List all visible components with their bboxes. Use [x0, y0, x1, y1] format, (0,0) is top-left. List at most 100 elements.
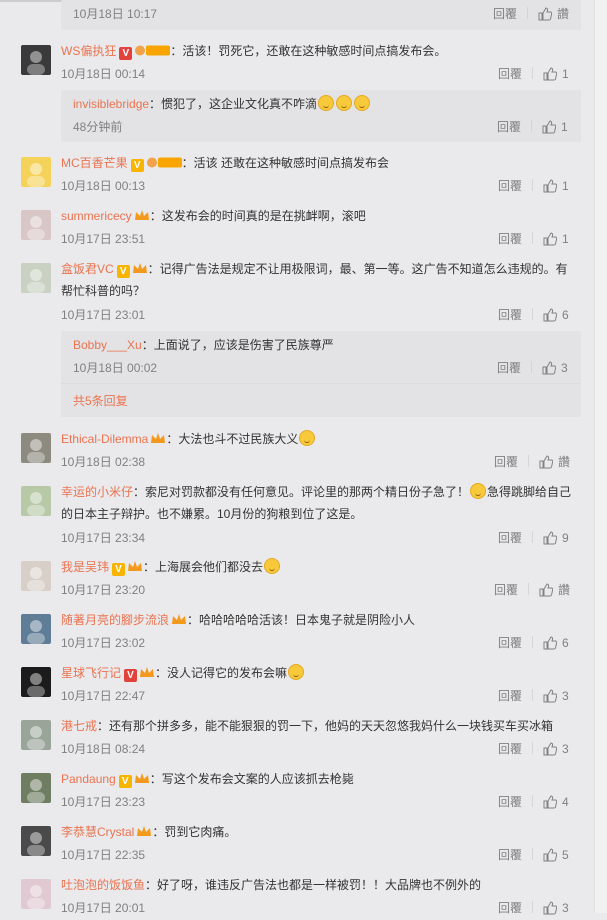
like-icon[interactable] [543, 901, 558, 920]
avatar[interactable] [21, 561, 51, 591]
like-icon[interactable] [543, 232, 558, 251]
comment-time: 10月17日 23:23 [61, 795, 146, 809]
avatar[interactable] [21, 45, 51, 75]
avatar[interactable] [21, 826, 51, 856]
member-crown-icon [134, 770, 150, 792]
like-count: 3 [562, 901, 569, 915]
commenter-name[interactable]: MC百香芒果 [61, 156, 128, 170]
comment-time: 10月17日 20:01 [61, 901, 146, 915]
reply-button[interactable]: 回覆 [498, 687, 522, 705]
emoji-icon [318, 95, 335, 111]
like-icon[interactable] [543, 308, 558, 327]
commenter-name[interactable]: Ethical-Dilemma [61, 432, 148, 446]
verified-red-icon: V [124, 669, 138, 682]
more-replies-link[interactable]: 共5条回复 [73, 392, 128, 410]
reply-time: 48分钟前 [73, 120, 123, 134]
avatar[interactable] [21, 210, 51, 240]
comment-text: ：活该！罚死它，还敢在这种敏感时间点搞发布会。 [170, 44, 447, 58]
verified-gold-icon: V [118, 775, 132, 788]
comment-text: ：罚到它肉痛。 [152, 825, 237, 839]
reply-button[interactable]: 回覆 [498, 177, 522, 195]
like-icon[interactable] [542, 361, 557, 380]
reply-button[interactable]: 回覆 [498, 846, 522, 864]
reply-button[interactable]: 回覆 [498, 793, 522, 811]
commenter-name[interactable]: 随著月亮的腳步流浪 [61, 613, 169, 627]
avatar[interactable] [21, 773, 51, 803]
avatar[interactable] [21, 614, 51, 644]
comment-time: 10月17日 22:47 [61, 689, 146, 703]
like-icon[interactable] [542, 120, 557, 139]
avatar[interactable] [21, 879, 51, 909]
scrollbar[interactable] [594, 0, 607, 913]
like-icon[interactable] [543, 795, 558, 814]
like-count: 3 [561, 361, 568, 375]
avatar[interactable] [21, 720, 51, 750]
replier-name[interactable]: invisiblebridge [73, 97, 149, 111]
like-icon[interactable] [543, 636, 558, 655]
emoji-icon [354, 95, 371, 111]
comment-time: 10月17日 23:02 [61, 636, 146, 650]
verified-red-icon: V [119, 47, 133, 60]
avatar[interactable] [21, 667, 51, 697]
emoji-icon [264, 558, 281, 574]
like-icon[interactable] [543, 67, 558, 86]
comment-text: ：上海展会他们都没去 [143, 560, 264, 574]
laugh-emoji-icon [470, 483, 487, 499]
reply-button[interactable]: 回覆 [498, 740, 522, 758]
like-icon[interactable] [538, 7, 553, 26]
like-icon[interactable] [543, 531, 558, 550]
reply-button[interactable]: 回覆 [498, 65, 522, 83]
like-icon[interactable] [543, 179, 558, 198]
like-count: 1 [562, 232, 569, 246]
commenter-name[interactable]: 我是吴玮 [61, 560, 109, 574]
comment-time: 10月17日 22:35 [61, 848, 146, 862]
comment-text: ：没人记得它的发布会嘛 [155, 666, 288, 680]
like-icon[interactable] [539, 583, 554, 602]
avatar[interactable] [21, 433, 51, 463]
commenter-name[interactable]: 港七戒 [61, 719, 97, 733]
verified-gold-icon: V [116, 265, 130, 278]
avatar[interactable] [21, 263, 51, 293]
commenter-name[interactable]: 吐泡泡的饭饭鱼 [61, 878, 145, 892]
commenter-name[interactable]: Pandaung [61, 772, 116, 786]
comment-text: ：还有那个拼多多，能不能狠狠的罚一下，他妈的天天忽悠我妈什么一块钱买车买冰箱 [97, 719, 554, 733]
reply-button[interactable]: 回覆 [498, 306, 522, 324]
reply-button[interactable]: 回覆 [493, 5, 517, 23]
reply-button[interactable]: 回覆 [497, 359, 521, 377]
member-crown-icon [127, 558, 143, 580]
commenter-name[interactable]: 盒饭君VC [61, 262, 114, 276]
comment-time: 10月17日 23:01 [61, 308, 146, 322]
commenter-name[interactable]: WS偏执狂 [61, 44, 116, 58]
like-icon[interactable] [539, 455, 554, 474]
like-count: 讚 [557, 455, 570, 469]
verified-gold-icon: V [112, 563, 126, 576]
reply-button[interactable]: 回覆 [498, 899, 522, 917]
reply-button[interactable]: 回覆 [498, 529, 522, 547]
like-count: 9 [562, 531, 569, 545]
like-icon[interactable] [543, 742, 558, 761]
reply-button[interactable]: 回覆 [498, 230, 522, 248]
comment-text-line2: 的日本主子辩护。也不嫌累。10月份的狗粮到位了这是。 [61, 507, 363, 521]
comment-time: 10月17日 23:34 [61, 531, 146, 545]
comment-text: ：活该 还敢在这种敏感时间点搞发布会 [181, 156, 390, 170]
reply-button[interactable]: 回覆 [494, 453, 518, 471]
reply-box: Bobby___Xu：上面说了，应该是伤害了民族尊严 10月18日 00:02 回覆… [61, 331, 581, 417]
comment-time: 10月18日 02:38 [61, 455, 146, 469]
like-count: 5 [562, 848, 569, 862]
commenter-name[interactable]: summericecy [61, 209, 132, 223]
member-crown-icon [150, 430, 166, 452]
commenter-name[interactable]: 李恭慧Crystal [61, 825, 134, 839]
like-count: 1 [561, 120, 568, 134]
reply-button[interactable]: 回覆 [497, 118, 521, 136]
comment-text: ：哈哈哈哈哈活该！日本鬼子就是阴险小人 [187, 613, 416, 627]
replier-name[interactable]: Bobby___Xu [73, 338, 142, 352]
avatar[interactable] [21, 486, 51, 516]
commenter-name[interactable]: 星球飞行记 [61, 666, 121, 680]
reply-button[interactable]: 回覆 [498, 634, 522, 652]
like-icon[interactable] [543, 848, 558, 867]
commenter-name[interactable]: 幸运的小米仔 [61, 485, 133, 499]
avatar[interactable] [21, 157, 51, 187]
like-count: 3 [562, 689, 569, 703]
like-icon[interactable] [543, 689, 558, 708]
reply-button[interactable]: 回覆 [494, 581, 518, 599]
